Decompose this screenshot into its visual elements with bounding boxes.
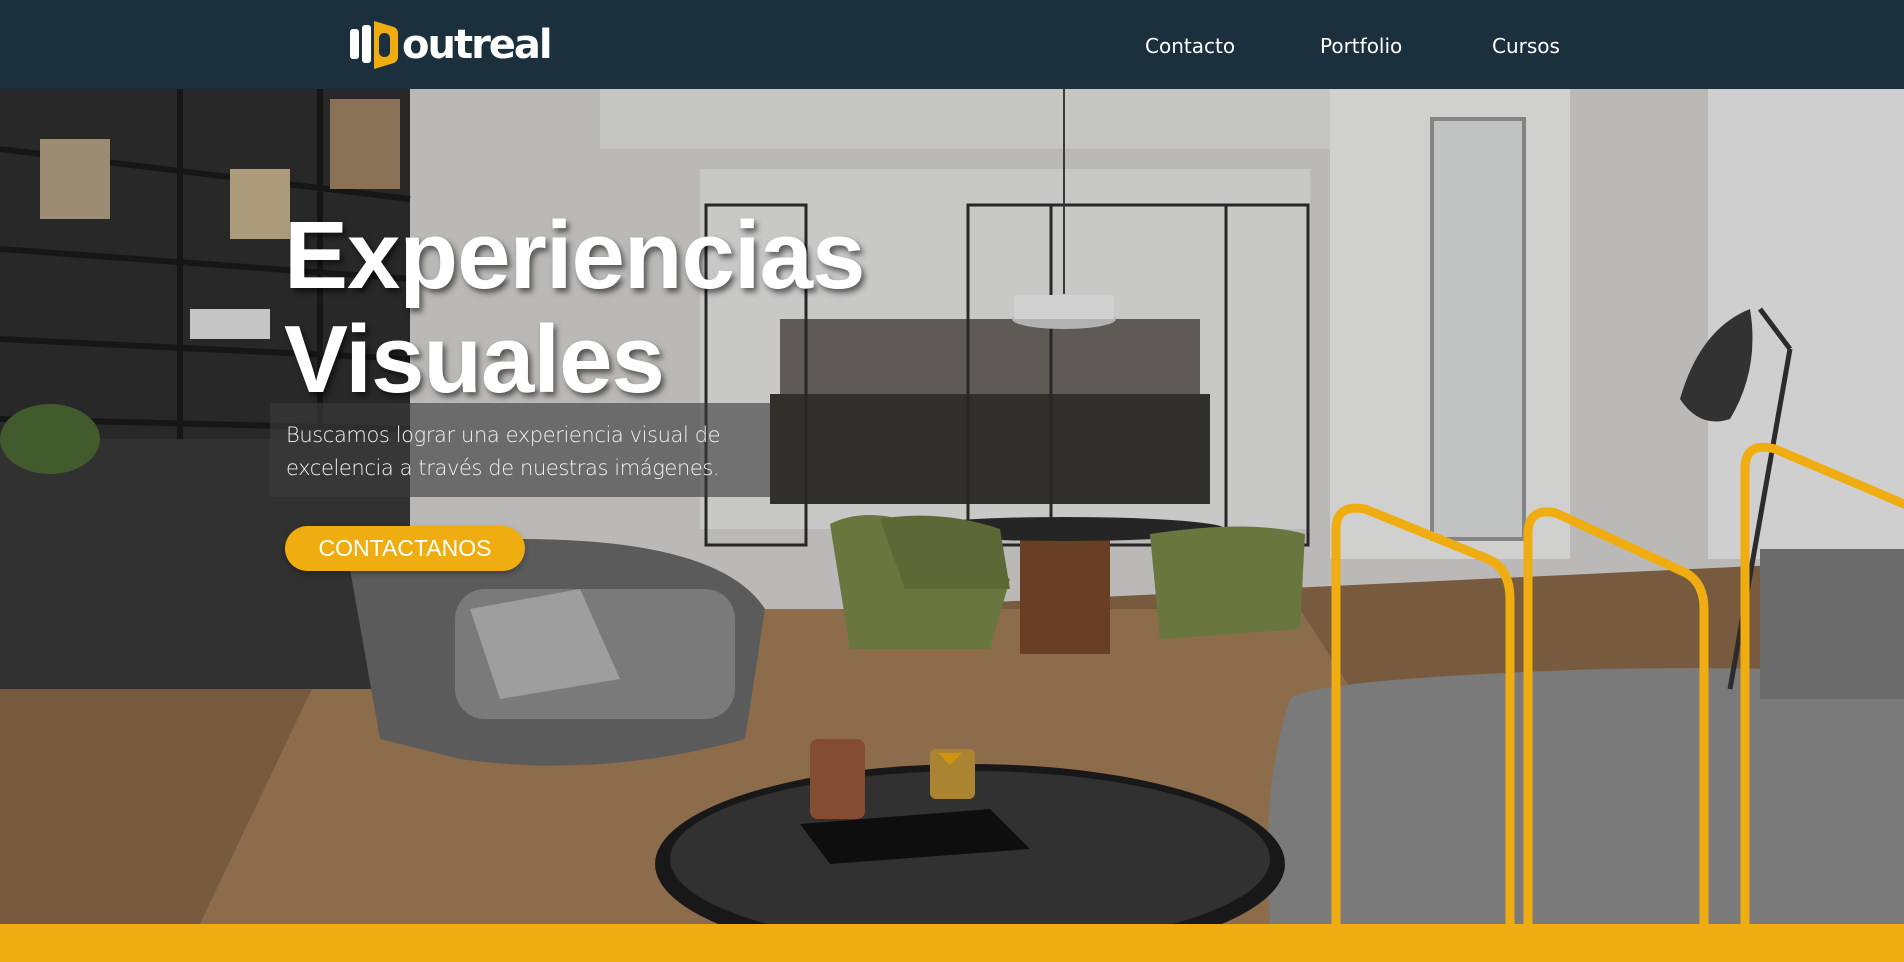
brand-logo[interactable]: outreal [350,18,553,72]
hero-section: Experiencias Visuales Buscamos lograr una… [0,89,1904,924]
main-nav: Contacto Portfolio Cursos [1120,0,1600,89]
nav-link-contacto[interactable]: Contacto [1145,34,1235,58]
brand-name: outreal [402,22,553,68]
top-navbar: outreal Contacto Portfolio Cursos [0,0,1904,89]
hero-title-line-2: Visuales [284,306,665,413]
hero-title: Experiencias Visuales [284,202,865,413]
hero-title-line-1: Experiencias [284,202,865,309]
nav-link-cursos[interactable]: Cursos [1492,34,1560,58]
hero-subtitle: Buscamos lograr una experiencia visual d… [286,419,756,485]
accent-bottom-bar [0,924,1904,962]
logo-mark-icon [350,19,400,71]
contact-cta-button[interactable]: CONTACTANOS [285,526,525,571]
nav-link-portfolio[interactable]: Portfolio [1320,34,1402,58]
hero-subtitle-line-1: Buscamos lograr una experiencia visual d… [286,423,721,447]
hero-subtitle-line-2: excelencia a través de nuestras imágenes… [286,456,720,480]
